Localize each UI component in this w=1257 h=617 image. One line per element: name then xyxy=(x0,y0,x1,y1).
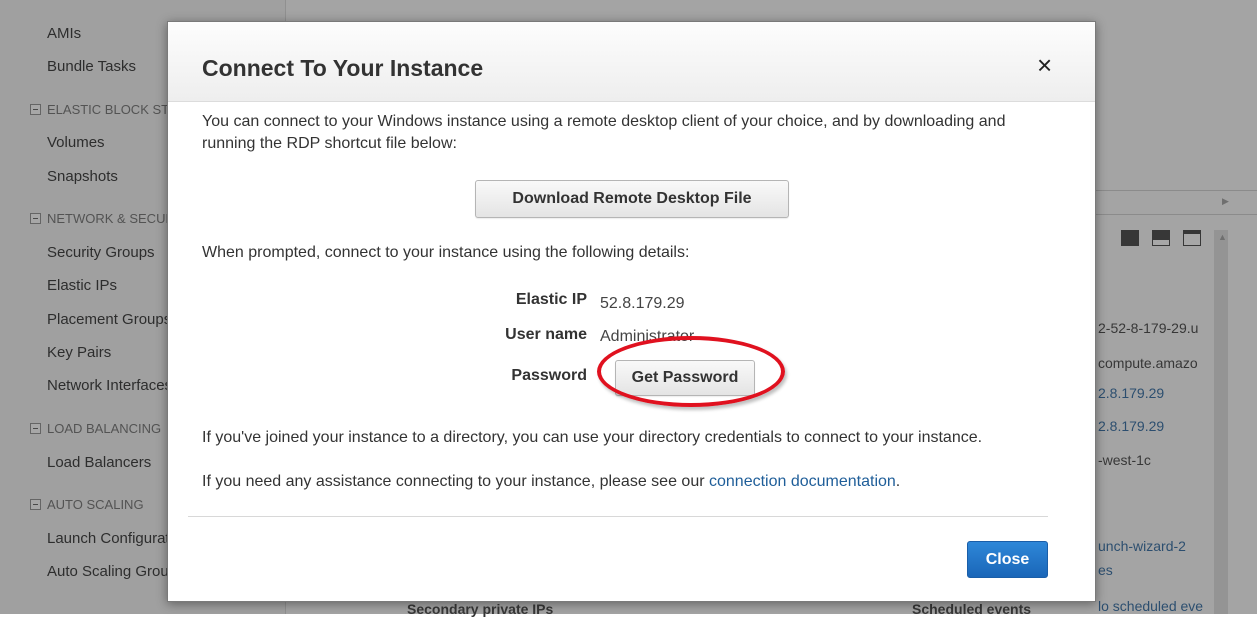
download-rdp-button[interactable]: Download Remote Desktop File xyxy=(475,180,789,218)
connect-dialog: Connect To Your Instance × You can conne… xyxy=(167,21,1096,602)
dialog-divider xyxy=(188,516,1048,517)
elastic-ip-value: 52.8.179.29 xyxy=(600,295,685,312)
elastic-ip-label: Elastic IP xyxy=(515,291,587,308)
username-value: Administrator xyxy=(600,328,695,345)
get-password-button[interactable]: Get Password xyxy=(615,360,755,396)
connection-documentation-link[interactable]: connection documentation xyxy=(709,473,896,490)
close-button[interactable]: Close xyxy=(967,541,1048,578)
help-prefix: If you need any assistance connecting to… xyxy=(202,473,705,490)
help-text: If you need any assistance connecting to… xyxy=(202,471,900,493)
dialog-header: Connect To Your Instance × xyxy=(168,22,1095,102)
help-suffix: . xyxy=(895,473,901,490)
prompt-text: When prompted, connect to your instance … xyxy=(202,244,690,261)
directory-note: If you've joined your instance to a dire… xyxy=(202,429,983,446)
username-label: User name xyxy=(505,326,587,343)
dialog-title: Connect To Your Instance xyxy=(202,55,484,81)
intro-text: You can connect to your Windows instance… xyxy=(202,113,1006,152)
close-icon[interactable]: × xyxy=(1037,52,1052,78)
password-label: Password xyxy=(511,367,587,384)
